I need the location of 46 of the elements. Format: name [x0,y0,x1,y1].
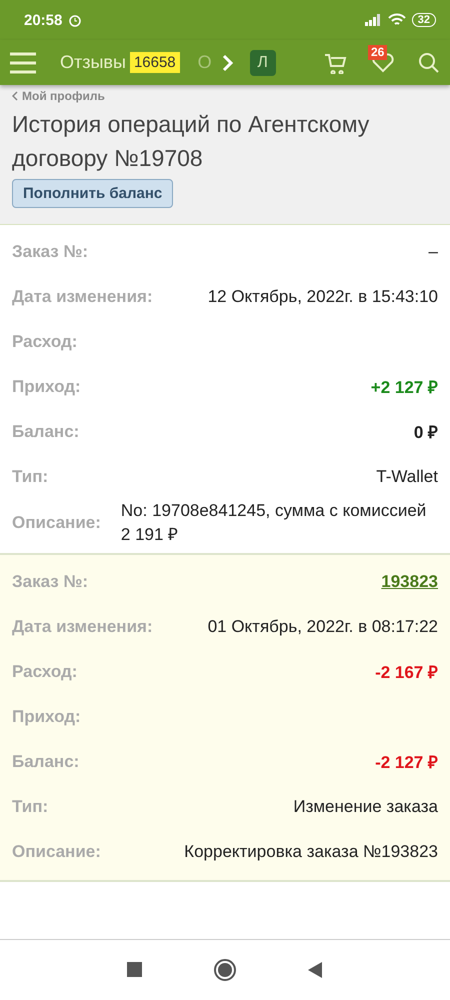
field-value: 01 Октябрь, 2022г. в 08:17:22 [208,616,438,636]
field-value: Изменение заказа [293,796,438,816]
field-label: Тип: [12,466,48,486]
chevron-right-icon[interactable] [222,54,234,72]
field-value: -2 167 ₽ [375,662,438,683]
field-value: 0 ₽ [414,422,438,443]
field-label: Дата изменения: [12,616,153,636]
field-label: Описание: [12,513,101,533]
reviews-tab[interactable]: Отзывы [60,52,126,73]
field-value: Корректировка заказа №193823 [184,842,438,862]
page-title: История операций по Агентскому договору №19708 [12,110,370,173]
field-label: Приход: [12,706,81,726]
field-label: Расход: [12,332,78,352]
back-link[interactable]: Мой профиль [22,89,105,103]
field-label: Баланс: [12,752,80,772]
reviews-count: 16658 [130,52,180,73]
cart-icon[interactable] [324,52,348,74]
avatar[interactable]: Л [250,50,276,76]
field-value: T-Wallet [376,466,438,486]
field-value: 12 Октябрь, 2022г. в 15:43:10 [208,286,438,306]
favorites-badge: 26 [368,44,388,60]
search-icon[interactable] [418,52,440,74]
field-label: Тип: [12,796,48,816]
signal-icon [364,14,382,26]
field-value: No: 19708e841245, сумма с комиссией 2 191 ₽ [120,500,428,546]
chevron-left-icon[interactable] [12,91,18,101]
field-value: +2 127 ₽ [370,377,438,398]
back-icon[interactable] [307,961,323,979]
field-value: – [428,242,438,262]
field-value: -2 127 ₽ [375,752,438,773]
home-icon[interactable] [213,958,237,982]
top-up-button[interactable]: Пополнить баланс [12,179,174,208]
field-label: Баланс: [12,422,80,442]
menu-icon[interactable] [10,52,36,74]
field-label: Заказ №: [12,242,88,262]
battery-indicator: 32 [412,13,436,27]
order-link[interactable]: 193823 [381,572,438,592]
alarm-icon [68,13,82,27]
wifi-icon [388,13,406,27]
field-label: Заказ №: [12,572,88,592]
recents-icon[interactable] [127,962,143,978]
field-label: Приход: [12,376,81,396]
field-label: Описание: [12,842,101,862]
clock: 20:58 [24,12,62,28]
field-label: Расход: [12,662,78,682]
field-label: Дата изменения: [12,286,153,306]
